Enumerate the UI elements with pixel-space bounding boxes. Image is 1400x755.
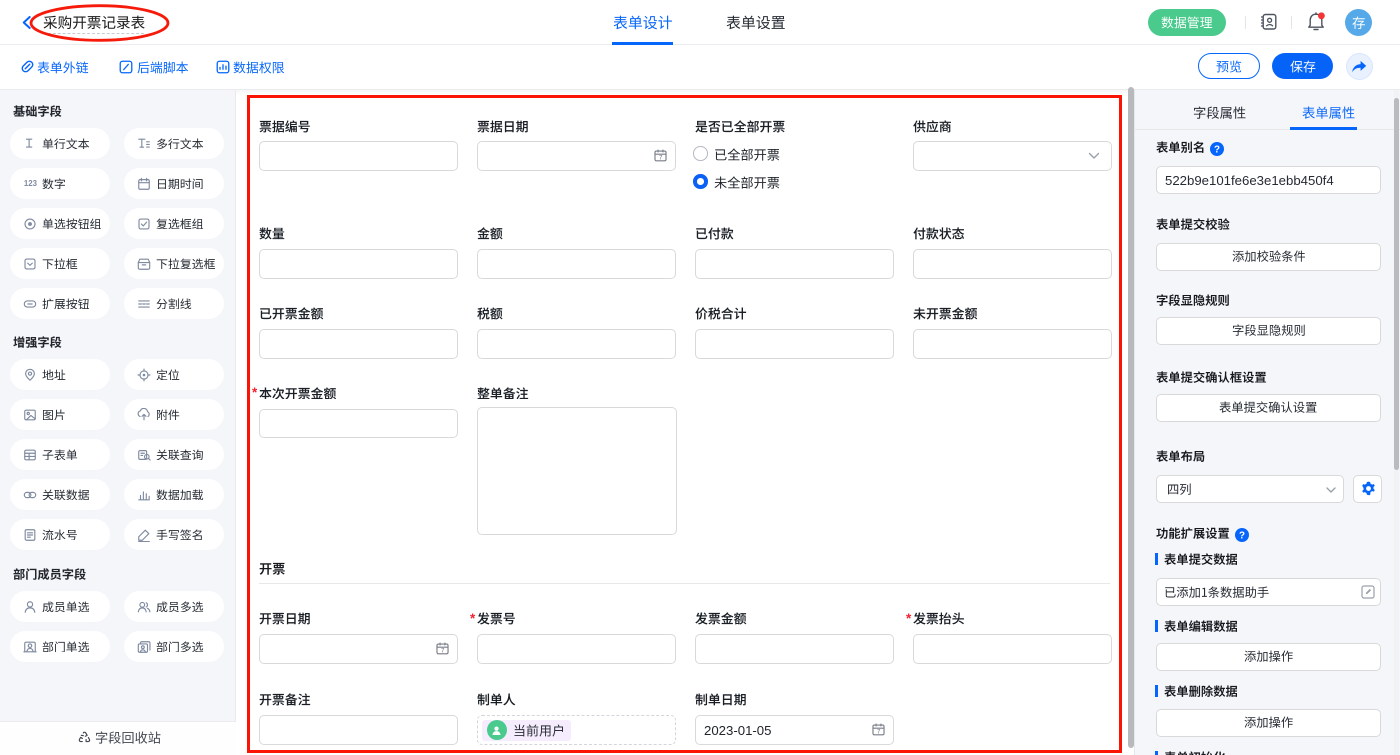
svg-text:?: ? bbox=[1239, 531, 1245, 542]
svg-text:7: 7 bbox=[876, 729, 880, 736]
svg-text:7: 7 bbox=[658, 155, 662, 162]
svg-text:?: ? bbox=[1214, 144, 1220, 155]
svg-text:7: 7 bbox=[440, 648, 444, 655]
svg-text:123: 123 bbox=[24, 179, 37, 188]
